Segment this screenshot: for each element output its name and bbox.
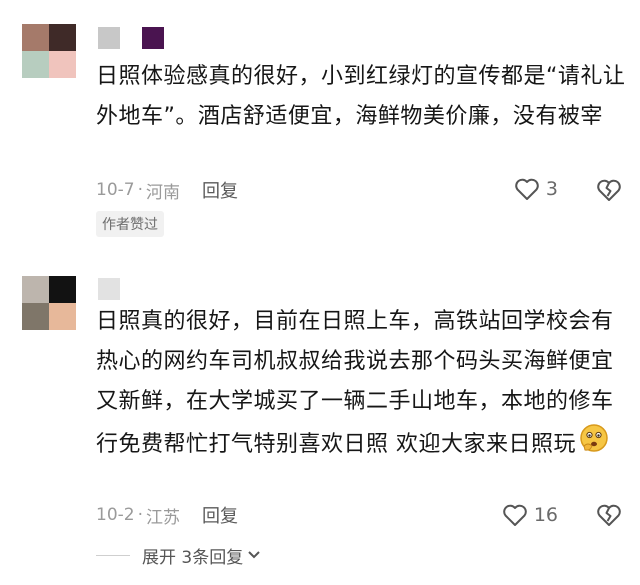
avatar[interactable] — [22, 276, 76, 330]
reply-button[interactable]: 回复 — [202, 502, 238, 528]
comment-2: 日照真的很好，目前在日照上车，高铁站回学校会有热心的网约车司机叔叔给我说去那个码… — [0, 0, 640, 585]
heart-outline-icon — [503, 504, 527, 526]
broken-heart-icon — [597, 504, 621, 526]
avatar-block — [49, 303, 76, 330]
avatar-block — [22, 303, 49, 330]
avatar-block — [49, 276, 76, 303]
dislike-button[interactable] — [596, 503, 622, 531]
expand-replies-button[interactable]: 展开 3条回复 — [96, 543, 261, 568]
avatar-block — [22, 276, 49, 303]
thinking-face-emoji — [578, 422, 610, 468]
like-button[interactable]: 16 — [502, 503, 558, 527]
expand-replies-label: 展开 3条回复 — [142, 548, 244, 568]
chevron-down-icon — [247, 548, 261, 564]
meta-separator: · — [137, 505, 143, 525]
username[interactable] — [98, 278, 120, 300]
comment-meta: 10-2 · 江苏 回复 — [96, 502, 238, 528]
comment-date: 10-2 — [96, 505, 135, 525]
comment-text: 日照真的很好，目前在日照上车，高铁站回学校会有热心的网约车司机叔叔给我说去那个码… — [96, 302, 626, 468]
comment-location: 江苏 — [146, 507, 180, 528]
divider — [96, 555, 130, 556]
username-block — [98, 278, 120, 300]
like-count: 16 — [533, 504, 558, 526]
comment-text-body: 日照真的很好，目前在日照上车，高铁站回学校会有热心的网约车司机叔叔给我说去那个码… — [96, 309, 614, 457]
